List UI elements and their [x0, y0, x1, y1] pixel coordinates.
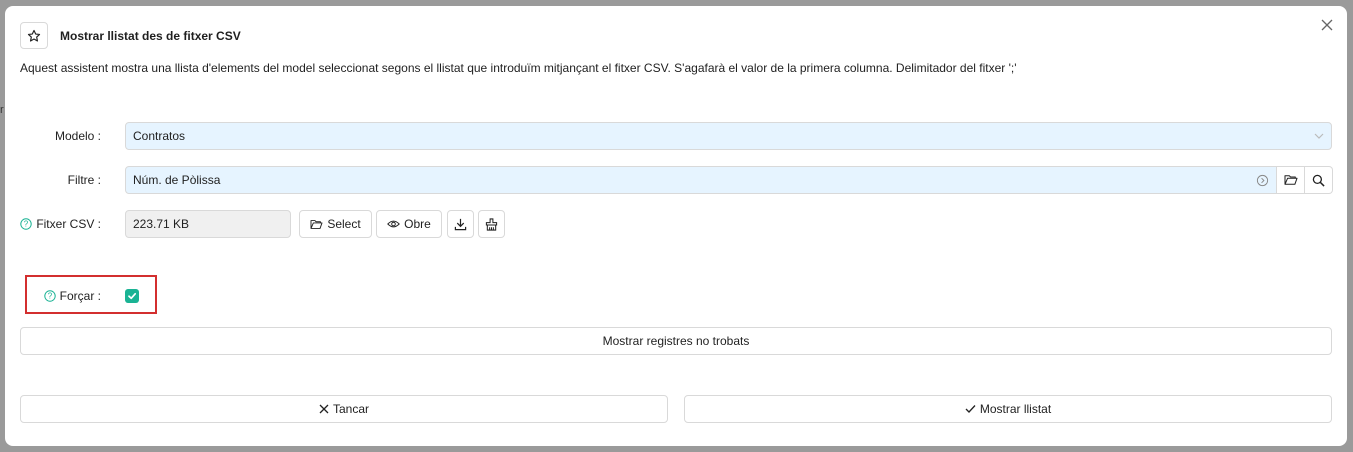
dialog-description: Aquest assistent mostra una llista d'ele…: [20, 61, 1017, 75]
star-icon: [27, 29, 41, 42]
filter-label: Filtre :: [67, 173, 101, 187]
dialog-title: Mostrar llistat des de fitxer CSV: [60, 28, 241, 43]
clear-icon: [485, 217, 498, 231]
filter-search-button[interactable]: [1305, 166, 1333, 194]
csv-file-size-value: 223.71 KB: [133, 217, 190, 231]
force-label: ? Forçar :: [5, 289, 105, 303]
help-icon[interactable]: ?: [20, 218, 33, 230]
folder-open-icon: [310, 219, 323, 229]
csv-open-button[interactable]: Obre: [376, 210, 442, 238]
csv-label: ? Fitxer CSV :: [5, 217, 105, 231]
force-row: ? Forçar :: [5, 289, 139, 303]
check-icon: [965, 405, 976, 413]
svg-text:?: ?: [47, 292, 52, 301]
eye-icon: [387, 220, 401, 228]
close-icon: [319, 404, 329, 414]
csv-clear-button[interactable]: [478, 210, 505, 238]
model-select[interactable]: Contratos: [125, 122, 1332, 150]
show-not-found-label: Mostrar registres no trobats: [602, 334, 750, 348]
filter-value: Núm. de Pòlissa: [133, 173, 221, 187]
chevron-down-icon: [1314, 133, 1324, 139]
csv-label-text: Fitxer CSV :: [36, 217, 101, 231]
help-icon[interactable]: ?: [43, 290, 56, 302]
filter-row: Filtre : Núm. de Pòlissa: [5, 166, 1333, 194]
download-icon: [454, 218, 467, 230]
check-icon: [128, 292, 137, 300]
csv-download-button[interactable]: [447, 210, 474, 238]
show-list-label: Mostrar llistat: [979, 402, 1052, 416]
close-icon: [1321, 19, 1333, 31]
filter-open-folder-button[interactable]: [1277, 166, 1305, 194]
csv-row: ? Fitxer CSV : 223.71 KB Select Obre: [5, 210, 505, 238]
csv-select-button[interactable]: Select: [299, 210, 372, 238]
csv-file-size: 223.71 KB: [125, 210, 291, 238]
search-icon: [1312, 174, 1325, 187]
csv-list-dialog: Mostrar llistat des de fitxer CSV Aquest…: [5, 6, 1347, 446]
folder-open-icon: [1283, 175, 1298, 185]
model-label: Modelo :: [54, 129, 101, 143]
show-list-button[interactable]: Mostrar llistat: [684, 395, 1332, 423]
close-button[interactable]: [1317, 15, 1337, 35]
model-row: Modelo : Contratos: [5, 122, 1332, 150]
model-value: Contratos: [133, 129, 186, 143]
circle-arrow-right-icon[interactable]: [1256, 174, 1269, 187]
favorite-button[interactable]: [20, 22, 48, 49]
force-label-text: Forçar :: [59, 289, 101, 303]
cancel-button[interactable]: Tancar: [20, 395, 668, 423]
show-not-found-button[interactable]: Mostrar registres no trobats: [20, 327, 1332, 355]
force-checkbox[interactable]: [125, 289, 139, 303]
svg-text:?: ?: [24, 220, 29, 229]
cancel-label: Tancar: [332, 402, 370, 416]
background-text: r: [0, 104, 4, 116]
dialog-header: Mostrar llistat des de fitxer CSV: [20, 22, 241, 49]
filter-input[interactable]: Núm. de Pòlissa: [125, 166, 1277, 194]
csv-open-label: Obre: [404, 217, 431, 231]
csv-select-label: Select: [327, 217, 361, 231]
